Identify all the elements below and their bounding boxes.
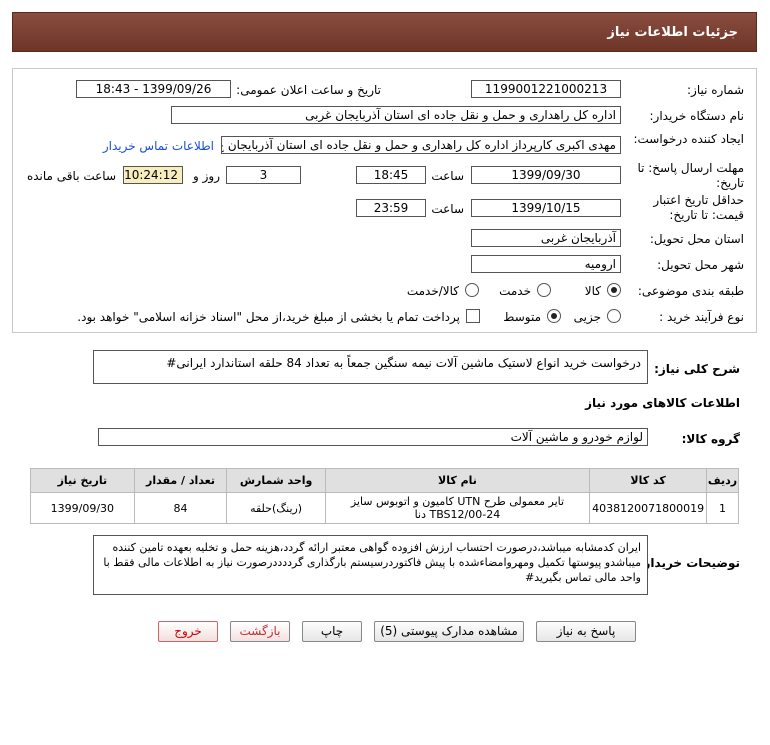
- category-option-goods: کالا: [584, 284, 601, 298]
- buyer-contact-link[interactable]: اطلاعات تماس خریدار: [103, 139, 214, 153]
- treasury-payment-note: پرداخت تمام یا بخشی از مبلغ خرید،از محل …: [77, 310, 460, 324]
- deadline-date-field: 1399/09/30: [471, 166, 621, 184]
- attachments-button[interactable]: مشاهده مدارک پیوستی (5): [374, 621, 524, 642]
- col-index: ردیف: [706, 468, 739, 493]
- row-code: 4038120071800019: [589, 492, 708, 524]
- category-radio-goods-service[interactable]: [465, 283, 479, 297]
- announce-label: تاریخ و ساعت اعلان عمومی:: [236, 83, 381, 97]
- validity-time-field: 23:59: [356, 199, 426, 217]
- days-remaining-field: 3: [226, 166, 301, 184]
- col-date: تاریخ نیاز: [30, 468, 135, 493]
- process-label: نوع فرآیند خرید :: [659, 310, 744, 324]
- goods-table-header: ردیف کد کالا نام کالا واحد شمارش تعداد /…: [30, 468, 739, 493]
- reply-button[interactable]: پاسخ به نیاز: [536, 621, 636, 642]
- category-label: طبقه بندی موضوعی:: [637, 284, 744, 298]
- province-field: آذربایجان غربی: [471, 229, 621, 247]
- buyer-field: اداره کل راهداری و حمل و نقل جاده ای است…: [171, 106, 621, 124]
- buyer-label: نام دستگاه خریدار:: [649, 109, 745, 123]
- need-number-field: 1199001221000213: [471, 80, 621, 98]
- back-button[interactable]: بازگشت: [230, 621, 290, 642]
- announce-field: 1399/09/26 - 18:43: [76, 80, 231, 98]
- goods-group-label: گروه کالا:: [681, 432, 740, 446]
- process-radio-minor[interactable]: [607, 309, 621, 323]
- category-option-goods-service: کالا/خدمت: [406, 284, 459, 298]
- category-option-service: خدمت: [499, 284, 531, 298]
- validity-time-label: ساعت: [431, 202, 464, 216]
- process-option-medium: متوسط: [503, 310, 541, 324]
- row-index: 1: [706, 492, 739, 524]
- days-label: روز و: [193, 169, 220, 183]
- creator-field: مهدی اکبری کارپرداز اداره کل راهداری و ح…: [221, 136, 621, 154]
- category-radio-goods[interactable]: [607, 283, 621, 297]
- goods-group-field: لوازم خودرو و ماشین آلات: [98, 428, 648, 446]
- process-radio-medium[interactable]: [547, 309, 561, 323]
- buyer-notes-label: توضیحات خریدار:: [638, 556, 740, 570]
- exit-button[interactable]: خروج: [158, 621, 218, 642]
- province-label: استان محل تحویل:: [649, 232, 744, 246]
- goods-table: ردیف کد کالا نام کالا واحد شمارش تعداد /…: [30, 468, 739, 524]
- table-row: 1 4038120071800019 تایر معمولی طرح UTN ک…: [30, 492, 739, 524]
- description-box: درخواست خرید انواع لاستیک ماشین آلات نیم…: [93, 350, 648, 384]
- remaining-time-label: ساعت باقی مانده: [26, 169, 116, 183]
- col-code: کد کالا: [589, 468, 708, 493]
- col-name: نام کالا: [324, 468, 591, 493]
- goods-section-title: اطلاعات کالاهای مورد نیاز: [585, 396, 740, 410]
- process-option-minor: جزیی: [573, 310, 601, 324]
- deadline-time-field: 18:45: [356, 166, 426, 184]
- category-radio-service[interactable]: [537, 283, 551, 297]
- validity-label: حداقل تاریخ اعتبار قیمت: تا تاریخ:: [653, 193, 744, 222]
- treasury-checkbox[interactable]: [466, 309, 480, 323]
- deadline-label: مهلت ارسال پاسخ: تا تاریخ:: [637, 161, 744, 190]
- description-label: شرح کلی نیاز:: [654, 362, 740, 376]
- print-button[interactable]: چاپ: [302, 621, 362, 642]
- validity-date-field: 1399/10/15: [471, 199, 621, 217]
- need-number-label: شماره نیاز:: [687, 83, 744, 97]
- row-qty: 84: [133, 492, 228, 524]
- row-date: 1399/09/30: [30, 492, 135, 524]
- city-label: شهر محل تحویل:: [657, 258, 744, 272]
- col-qty: تعداد / مقدار: [133, 468, 228, 493]
- page-header: جزئیات اطلاعات نیاز: [12, 12, 757, 52]
- details-panel: شماره نیاز: 1199001221000213 تاریخ و ساع…: [12, 68, 757, 333]
- row-name: تایر معمولی طرح UTN کامیون و اتوبوس سایز…: [324, 492, 591, 524]
- remaining-time-field: 10:24:12: [123, 166, 183, 184]
- row-unit: (رینگ)حلقه: [226, 492, 326, 524]
- buyer-notes-box: ایران کدمشابه میباشد،درصورت احتساب ارزش …: [93, 535, 648, 595]
- col-unit: واحد شمارش: [226, 468, 326, 493]
- deadline-time-label: ساعت: [431, 169, 464, 183]
- page-title: جزئیات اطلاعات نیاز: [607, 25, 738, 40]
- city-field: ارومیه: [471, 255, 621, 273]
- creator-label: ایجاد کننده درخواست:: [633, 132, 744, 146]
